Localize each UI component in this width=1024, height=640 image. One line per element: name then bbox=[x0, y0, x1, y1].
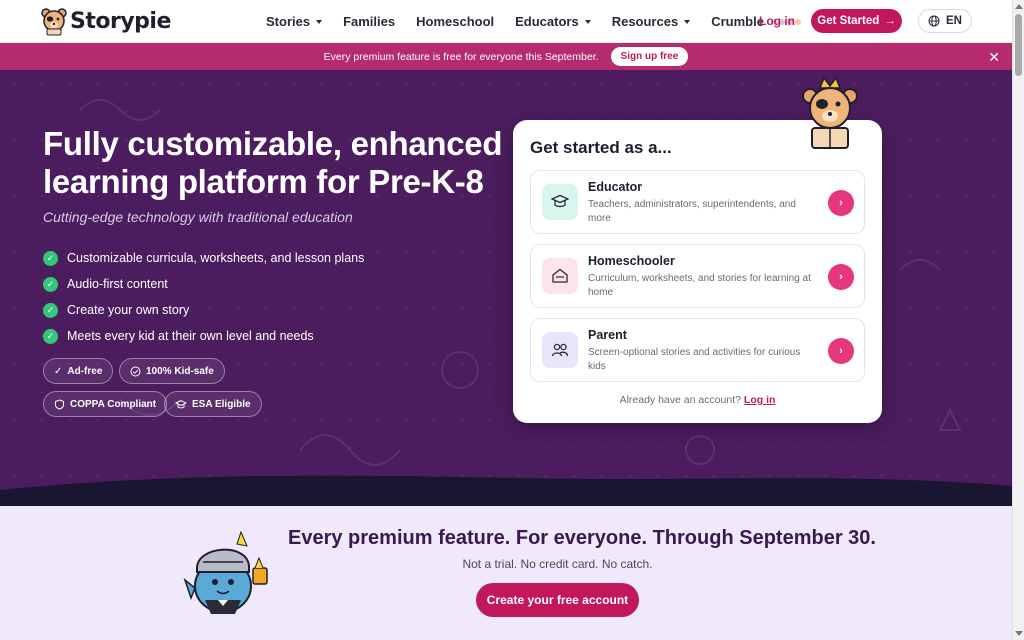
badge-kid-safe: 100% Kid-safe bbox=[119, 358, 225, 384]
option-title: Homeschooler bbox=[588, 254, 675, 268]
hero-title: Fully customizable, enhanced learning pl… bbox=[43, 125, 503, 200]
feature-item: ✓ Audio-first content bbox=[43, 271, 364, 297]
badge-label: Ad-free bbox=[67, 365, 103, 377]
hero-tagline: Cutting-edge technology with traditional… bbox=[43, 209, 353, 225]
nav-homeschool[interactable]: Homeschool bbox=[416, 14, 494, 29]
create-account-button[interactable]: Create your free account bbox=[476, 583, 639, 617]
graduation-cap-icon bbox=[542, 184, 578, 220]
get-started-label: Get Started bbox=[817, 15, 880, 27]
storypie-logo[interactable]: Storypie bbox=[40, 6, 171, 36]
nav-families-label: Families bbox=[343, 14, 396, 29]
people-icon bbox=[542, 332, 578, 368]
option-parent[interactable]: Parent Screen-optional stories and activ… bbox=[530, 318, 865, 382]
nav-stories[interactable]: Stories bbox=[266, 14, 323, 29]
arrow-right-icon: → bbox=[884, 15, 896, 27]
badge-coppa: COPPA Compliant bbox=[43, 391, 168, 417]
login-link[interactable]: Log in bbox=[759, 14, 795, 28]
page-scrollbar[interactable] bbox=[1012, 0, 1024, 640]
knight-mascot-icon bbox=[183, 530, 268, 614]
check-icon: ✓ bbox=[54, 365, 63, 377]
nav-stories-label: Stories bbox=[266, 14, 311, 29]
feature-item: ✓ Meets every kid at their own level and … bbox=[43, 323, 364, 349]
feature-list: ✓ Customizable curricula, worksheets, and… bbox=[43, 245, 364, 349]
nav-families[interactable]: Families bbox=[343, 14, 395, 29]
house-icon bbox=[542, 258, 578, 294]
nav-educators[interactable]: Educators bbox=[515, 14, 591, 29]
chevron-down-icon bbox=[584, 19, 591, 24]
get-started-button[interactable]: Get Started → bbox=[811, 9, 902, 33]
badge-ad-free: ✓ Ad-free bbox=[43, 358, 114, 384]
option-title: Educator bbox=[588, 180, 643, 194]
promo-banner: Every premium feature is free for everyo… bbox=[0, 43, 1012, 70]
option-title: Parent bbox=[588, 328, 627, 342]
scroll-down-icon[interactable] bbox=[1015, 631, 1023, 636]
graduation-cap-icon bbox=[175, 399, 187, 408]
scroll-thumb[interactable] bbox=[1015, 14, 1022, 76]
feature-text: Customizable curricula, worksheets, and … bbox=[67, 251, 365, 265]
nav-educators-label: Educators bbox=[515, 14, 579, 29]
feature-text: Audio-first content bbox=[67, 277, 168, 291]
language-selector[interactable]: EN bbox=[918, 9, 972, 33]
nav-crumble-label: Crumble bbox=[711, 14, 764, 29]
hero-section: Fully customizable, enhanced learning pl… bbox=[0, 70, 1012, 506]
bear-mascot-icon bbox=[802, 76, 858, 149]
globe-icon bbox=[928, 15, 940, 27]
card-login-link[interactable]: Log in bbox=[744, 394, 776, 406]
check-icon: ✓ bbox=[43, 250, 58, 266]
chevron-right-icon[interactable]: › bbox=[828, 190, 854, 216]
nav-resources[interactable]: Resources bbox=[611, 14, 691, 29]
option-description: Curriculum, worksheets, and stories for … bbox=[588, 273, 811, 298]
get-started-card: Get started as a... Educator Teachers, a… bbox=[513, 120, 882, 423]
hero-wave bbox=[0, 475, 1012, 506]
site-header: Storypie Stories Families Homeschool Edu… bbox=[0, 0, 1012, 43]
option-educator[interactable]: Educator Teachers, administrators, super… bbox=[530, 170, 865, 234]
check-icon: ✓ bbox=[43, 276, 58, 292]
option-description: Screen-optional stories and activities f… bbox=[588, 347, 801, 372]
chevron-right-icon[interactable]: › bbox=[828, 338, 854, 364]
card-title: Get started as a... bbox=[530, 138, 672, 157]
shield-icon bbox=[55, 398, 64, 410]
scroll-up-icon[interactable] bbox=[1015, 4, 1023, 9]
check-icon: ✓ bbox=[43, 302, 58, 318]
feature-item: ✓ Create your own story bbox=[43, 297, 364, 323]
account-prompt-text: Already have an account? bbox=[619, 394, 741, 406]
feature-text: Create your own story bbox=[67, 303, 190, 317]
chevron-right-icon[interactable]: › bbox=[828, 264, 854, 290]
account-prompt: Already have an account? Log in bbox=[513, 394, 882, 406]
chevron-down-icon bbox=[316, 19, 323, 24]
chevron-down-icon bbox=[684, 19, 691, 24]
promo-subtext: Not a trial. No credit card. No catch. bbox=[462, 557, 653, 571]
nav-resources-label: Resources bbox=[611, 14, 679, 29]
banner-text: Every premium feature is free for everyo… bbox=[323, 50, 599, 63]
badge-esa: ESA Eligible bbox=[164, 391, 262, 417]
feature-text: Meets every kid at their own level and n… bbox=[67, 329, 314, 343]
option-homeschooler[interactable]: Homeschooler Curriculum, worksheets, and… bbox=[530, 244, 865, 308]
promo-headline: Every premium feature. For everyone. Thr… bbox=[288, 527, 876, 549]
promo-section: Every premium feature. For everyone. Thr… bbox=[0, 506, 1012, 640]
close-icon[interactable]: ✕ bbox=[988, 49, 1000, 66]
main-nav: Stories Families Homeschool Educators Re… bbox=[266, 0, 822, 43]
logo-text: Storypie bbox=[70, 8, 171, 34]
language-label: EN bbox=[946, 15, 962, 27]
badge-label: COPPA Compliant bbox=[70, 398, 157, 410]
option-description: Teachers, administrators, superintendent… bbox=[588, 199, 796, 224]
bear-logo-icon bbox=[41, 8, 67, 36]
check-icon: ✓ bbox=[43, 328, 58, 344]
nav-homeschool-label: Homeschool bbox=[416, 14, 495, 29]
sign-up-free-button[interactable]: Sign up free bbox=[610, 47, 689, 66]
badge-label: ESA Eligible bbox=[192, 398, 251, 410]
badge-label: 100% Kid-safe bbox=[146, 365, 214, 377]
check-circle-icon bbox=[130, 366, 141, 376]
feature-item: ✓ Customizable curricula, worksheets, and… bbox=[43, 245, 364, 271]
